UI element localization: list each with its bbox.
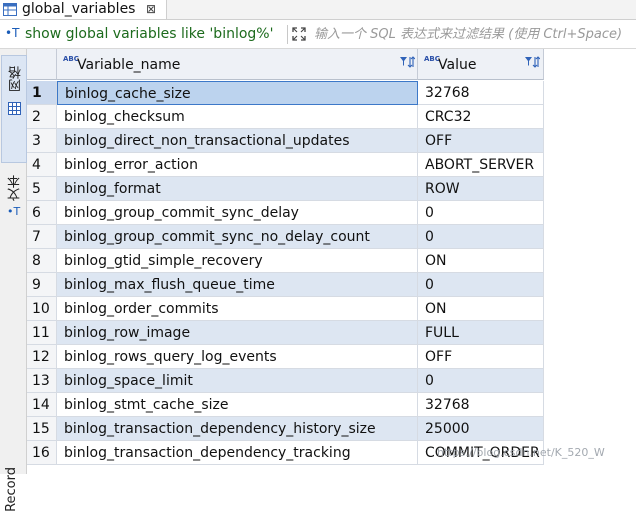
value-cell[interactable]: 32768: [418, 393, 544, 417]
table-row[interactable]: 4 binlog_error_action ABORT_SERVER: [27, 153, 636, 177]
table-row[interactable]: 15 binlog_transaction_dependency_history…: [27, 417, 636, 441]
row-number: 15: [27, 417, 57, 441]
row-number: 5: [27, 177, 57, 201]
value-cell[interactable]: 32768: [418, 81, 544, 105]
row-number: 4: [27, 153, 57, 177]
text-view-label: 文本: [8, 175, 23, 201]
variable-name-cell[interactable]: binlog_transaction_dependency_tracking: [57, 441, 418, 465]
variable-name-cell[interactable]: binlog_checksum: [57, 105, 418, 129]
view-mode-panel: 网格 文本 •T Record: [0, 49, 27, 512]
value-cell[interactable]: 0: [418, 225, 544, 249]
value-cell[interactable]: ON: [418, 249, 544, 273]
expand-icon[interactable]: [292, 27, 306, 41]
variable-name-cell[interactable]: binlog_order_commits: [57, 297, 418, 321]
variable-name-cell[interactable]: binlog_transaction_dependency_history_si…: [57, 417, 418, 441]
value-cell[interactable]: ABORT_SERVER: [418, 153, 544, 177]
sort-filter-icon[interactable]: [524, 55, 540, 69]
variable-name-cell[interactable]: binlog_stmt_cache_size: [57, 393, 418, 417]
row-number: 11: [27, 321, 57, 345]
table-row[interactable]: 5 binlog_format ROW: [27, 177, 636, 201]
column-header-value[interactable]: ABC Value: [418, 49, 544, 80]
row-number: 2: [27, 105, 57, 129]
table-icon: [3, 3, 17, 16]
variable-name-cell[interactable]: binlog_group_commit_sync_delay: [57, 201, 418, 225]
value-cell[interactable]: ON: [418, 297, 544, 321]
grid-view-label: 网格: [9, 66, 24, 92]
variable-name-cell[interactable]: binlog_max_flush_queue_time: [57, 273, 418, 297]
variable-name-cell[interactable]: binlog_group_commit_sync_no_delay_count: [57, 225, 418, 249]
row-number: 6: [27, 201, 57, 225]
table-row[interactable]: 1 binlog_cache_size 32768: [27, 81, 636, 105]
row-number: 14: [27, 393, 57, 417]
grid-view-button[interactable]: 网格: [1, 55, 27, 163]
row-number: 8: [27, 249, 57, 273]
row-number-header[interactable]: [27, 49, 57, 80]
variable-name-cell[interactable]: binlog_space_limit: [57, 369, 418, 393]
text-view-button[interactable]: 文本 •T: [1, 173, 25, 233]
table-row[interactable]: 14 binlog_stmt_cache_size 32768: [27, 393, 636, 417]
sql-query-icon: •T: [5, 26, 20, 40]
variable-name-cell[interactable]: binlog_format: [57, 177, 418, 201]
variable-name-cell[interactable]: binlog_cache_size: [57, 81, 418, 105]
row-number: 3: [27, 129, 57, 153]
value-cell[interactable]: OFF: [418, 345, 544, 369]
value-cell[interactable]: FULL: [418, 321, 544, 345]
divider: [287, 25, 288, 44]
table-row[interactable]: 12 binlog_rows_query_log_events OFF: [27, 345, 636, 369]
tab-title: global_variables: [22, 1, 136, 17]
filter-input[interactable]: [314, 24, 636, 44]
value-cell[interactable]: ROW: [418, 177, 544, 201]
row-number: 1: [27, 81, 57, 105]
tab-global-variables[interactable]: global_variables ⊠: [0, 0, 167, 19]
close-icon[interactable]: ⊠: [146, 0, 156, 19]
table-row[interactable]: 8 binlog_gtid_simple_recovery ON: [27, 249, 636, 273]
table-row[interactable]: 13 binlog_space_limit 0: [27, 369, 636, 393]
table-row[interactable]: 11 binlog_row_image FULL: [27, 321, 636, 345]
variable-name-cell[interactable]: binlog_rows_query_log_events: [57, 345, 418, 369]
variable-name-cell[interactable]: binlog_direct_non_transactional_updates: [57, 129, 418, 153]
row-number: 7: [27, 225, 57, 249]
column-header-label: Value: [438, 57, 477, 73]
row-number: 13: [27, 369, 57, 393]
watermark-text: https://blog.csdn.net/K_520_W: [437, 446, 605, 459]
value-cell[interactable]: CRC32: [418, 105, 544, 129]
text-icon: •T: [7, 205, 21, 218]
table-row[interactable]: 9 binlog_max_flush_queue_time 0: [27, 273, 636, 297]
value-cell[interactable]: 0: [418, 369, 544, 393]
table-row[interactable]: 10 binlog_order_commits ON: [27, 297, 636, 321]
variable-name-cell[interactable]: binlog_error_action: [57, 153, 418, 177]
row-number: 12: [27, 345, 57, 369]
table-row[interactable]: 6 binlog_group_commit_sync_delay 0: [27, 201, 636, 225]
column-header-label: Variable_name: [77, 57, 181, 73]
variable-name-cell[interactable]: binlog_row_image: [57, 321, 418, 345]
variable-name-cell[interactable]: binlog_gtid_simple_recovery: [57, 249, 418, 273]
row-number: 16: [27, 441, 57, 465]
row-number: 9: [27, 273, 57, 297]
sort-filter-icon[interactable]: [399, 55, 415, 69]
column-header-variable-name[interactable]: ABC Variable_name: [57, 49, 418, 80]
value-cell[interactable]: 0: [418, 273, 544, 297]
value-cell[interactable]: OFF: [418, 129, 544, 153]
value-cell[interactable]: 25000: [418, 417, 544, 441]
table-row[interactable]: 7 binlog_group_commit_sync_no_delay_coun…: [27, 225, 636, 249]
editor-tab-bar: global_variables ⊠: [0, 0, 636, 20]
value-cell[interactable]: 0: [418, 201, 544, 225]
row-number: 10: [27, 297, 57, 321]
table-row[interactable]: 2 binlog_checksum CRC32: [27, 105, 636, 129]
filter-bar: •T show global variables like 'binlog%': [0, 20, 636, 49]
grid-icon: [8, 102, 21, 115]
sql-query-text: show global variables like 'binlog%': [25, 26, 274, 42]
table-row[interactable]: 3 binlog_direct_non_transactional_update…: [27, 129, 636, 153]
